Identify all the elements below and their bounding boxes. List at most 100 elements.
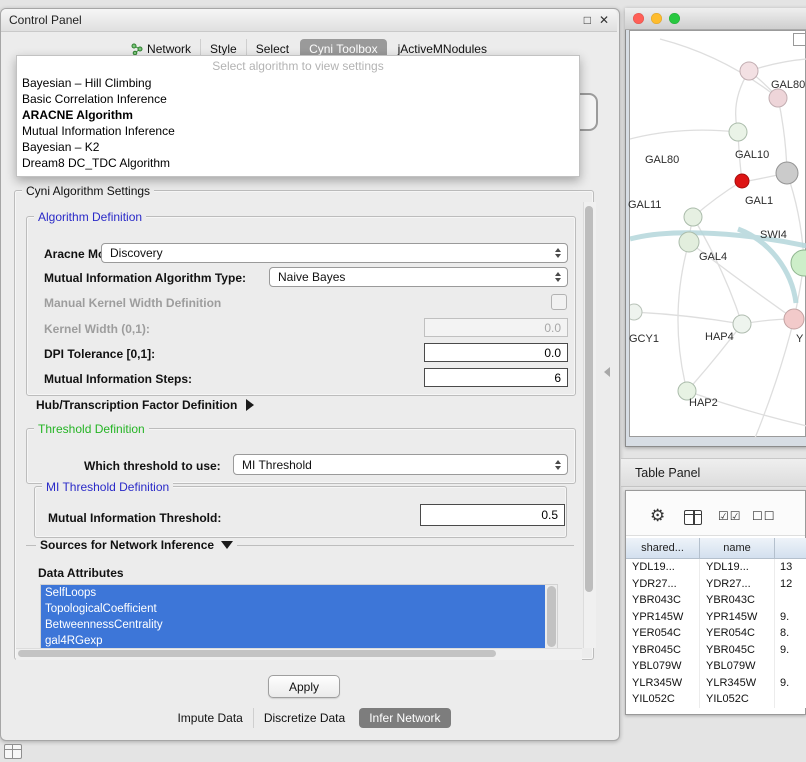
network-node[interactable]: [684, 208, 702, 226]
close-icon[interactable]: ✕: [599, 14, 609, 26]
birdseye-toggle[interactable]: [793, 33, 806, 46]
cyni-bottom-tabs: Impute Data Discretize Data Infer Networ…: [1, 707, 617, 729]
dpi-tolerance-input[interactable]: [424, 343, 568, 362]
scrollbar-thumb[interactable]: [585, 206, 593, 592]
list-item[interactable]: gal4RGexp: [41, 633, 545, 649]
mi-type-select[interactable]: Naive Bayes: [269, 267, 568, 287]
scrollbar-thumb[interactable]: [18, 650, 496, 657]
gear-icon[interactable]: ⚙: [650, 506, 665, 526]
node-label: HAP4: [705, 331, 734, 343]
dropdown-item[interactable]: Mutual Information Inference: [17, 123, 579, 139]
algorithm-definition-title: Algorithm Definition: [34, 210, 146, 224]
sources-title: Sources for Network Inference: [40, 538, 214, 552]
dropdown-item[interactable]: Dream8 DC_TDC Algorithm: [17, 155, 579, 171]
network-window-titlebar: [625, 8, 806, 30]
node-label: GAL80: [645, 154, 679, 166]
table-row[interactable]: YIL052CYIL052C: [626, 691, 806, 708]
table-row[interactable]: YBR045CYBR045C9.: [626, 642, 806, 659]
which-threshold-label: Which threshold to use:: [84, 459, 221, 473]
zoom-traffic-light[interactable]: [669, 13, 680, 24]
tab-network-label: Network: [147, 42, 191, 56]
node-label: SWI4: [760, 229, 787, 241]
apply-button[interactable]: Apply: [268, 675, 340, 698]
table-row[interactable]: YER054CYER054C8.: [626, 625, 806, 642]
node-label: GCY1: [629, 333, 659, 345]
mi-steps-input[interactable]: [424, 368, 568, 387]
control-panel-titlebar: Control Panel □ ✕: [1, 9, 617, 32]
node-label: GAL4: [699, 251, 727, 263]
network-node[interactable]: [776, 162, 798, 184]
table-row[interactable]: YPR145WYPR145W9.: [626, 609, 806, 626]
minimize-traffic-light[interactable]: [651, 13, 662, 24]
manual-kernel-checkbox[interactable]: [551, 294, 567, 310]
aracne-mode-value: Discovery: [110, 246, 163, 260]
network-node[interactable]: [630, 304, 642, 320]
sources-expander[interactable]: Sources for Network Inference: [36, 538, 237, 552]
scrollbar-thumb[interactable]: [547, 586, 556, 647]
dpi-tolerance-label: DPI Tolerance [0,1]:: [44, 347, 155, 361]
restore-icon[interactable]: □: [584, 14, 591, 26]
tab-impute-data[interactable]: Impute Data: [167, 708, 252, 728]
node-label: GAL80: [771, 79, 805, 91]
hub-definition-expander[interactable]: Hub/Transcription Factor Definition: [36, 398, 254, 412]
table-dock-icon[interactable]: [4, 744, 22, 759]
network-node[interactable]: [784, 309, 804, 329]
mi-threshold-input[interactable]: [420, 504, 565, 526]
dropdown-item-selected[interactable]: ARACNE Algorithm: [17, 107, 579, 123]
manual-kernel-label: Manual Kernel Width Definition: [44, 296, 221, 310]
column-header[interactable]: shared...: [626, 538, 700, 559]
table-row[interactable]: YLR345WYLR345W9.: [626, 675, 806, 692]
hub-definition-label: Hub/Transcription Factor Definition: [36, 398, 237, 412]
table-row[interactable]: YBR043CYBR043C: [626, 592, 806, 609]
table-row[interactable]: YDR27...YDR27...12: [626, 576, 806, 593]
node-label: HAP2: [689, 397, 718, 409]
network-node[interactable]: [769, 89, 787, 107]
deselect-all-icon[interactable]: ☐☐: [752, 509, 776, 523]
network-node[interactable]: [729, 123, 747, 141]
node-label: GAL1: [745, 195, 773, 207]
network-icon: [131, 43, 143, 55]
data-attributes-label: Data Attributes: [38, 566, 124, 580]
table-row[interactable]: YBL079WYBL079W: [626, 658, 806, 675]
mi-type-label: Mutual Information Algorithm Type:: [44, 271, 246, 285]
collapse-down-icon: [221, 541, 233, 549]
tab-discretize-data[interactable]: Discretize Data: [253, 708, 355, 728]
table-panel-title: Table Panel: [635, 466, 700, 480]
mi-threshold-label: Mutual Information Threshold:: [48, 511, 221, 525]
which-threshold-select[interactable]: MI Threshold: [233, 454, 568, 475]
network-node[interactable]: [733, 315, 751, 333]
list-scrollbar[interactable]: [545, 585, 557, 649]
close-traffic-light[interactable]: [633, 13, 644, 24]
tab-infer-network[interactable]: Infer Network: [359, 708, 450, 728]
aracne-mode-select[interactable]: Discovery: [101, 243, 568, 263]
table-header-row: shared... name: [626, 538, 806, 559]
columns-icon[interactable]: [684, 510, 702, 525]
dropdown-item[interactable]: Bayesian – Hill Climbing: [17, 75, 579, 91]
list-item[interactable]: SelfLoops: [41, 585, 545, 601]
kernel-width-input[interactable]: [424, 318, 568, 337]
list-item[interactable]: TopologicalCoefficient: [41, 601, 545, 617]
dropdown-item[interactable]: Basic Correlation Inference: [17, 91, 579, 107]
select-all-icon[interactable]: ☑☑: [718, 509, 742, 523]
network-node[interactable]: [740, 62, 758, 80]
network-node[interactable]: [679, 232, 699, 252]
column-header[interactable]: name: [700, 538, 775, 559]
network-node-selected[interactable]: [735, 174, 749, 188]
node-label: GAL11: [628, 199, 661, 211]
list-item[interactable]: BetweennessCentrality: [41, 617, 545, 633]
panel-collapse-handle-icon[interactable]: [604, 367, 610, 377]
expand-right-icon: [246, 399, 254, 411]
kernel-width-label: Kernel Width (0,1):: [44, 322, 150, 336]
table-row[interactable]: YDL19...YDL19...13: [626, 559, 806, 576]
combo-arrows-icon: [555, 248, 561, 258]
dropdown-item[interactable]: Bayesian – K2: [17, 139, 579, 155]
mi-steps-label: Mutual Information Steps:: [44, 372, 192, 386]
network-node[interactable]: [791, 250, 806, 276]
desktop: Control Panel □ ✕ Network Style Select C…: [0, 0, 806, 762]
threshold-definition-title: Threshold Definition: [34, 422, 149, 436]
data-attributes-list: SelfLoops TopologicalCoefficient Between…: [40, 584, 558, 650]
algorithm-dropdown-popup: Select algorithm to view settings Bayesi…: [16, 55, 580, 177]
window-title: Control Panel: [9, 13, 576, 27]
dropdown-placeholder: Select algorithm to view settings: [17, 56, 579, 75]
column-header[interactable]: [775, 538, 806, 559]
